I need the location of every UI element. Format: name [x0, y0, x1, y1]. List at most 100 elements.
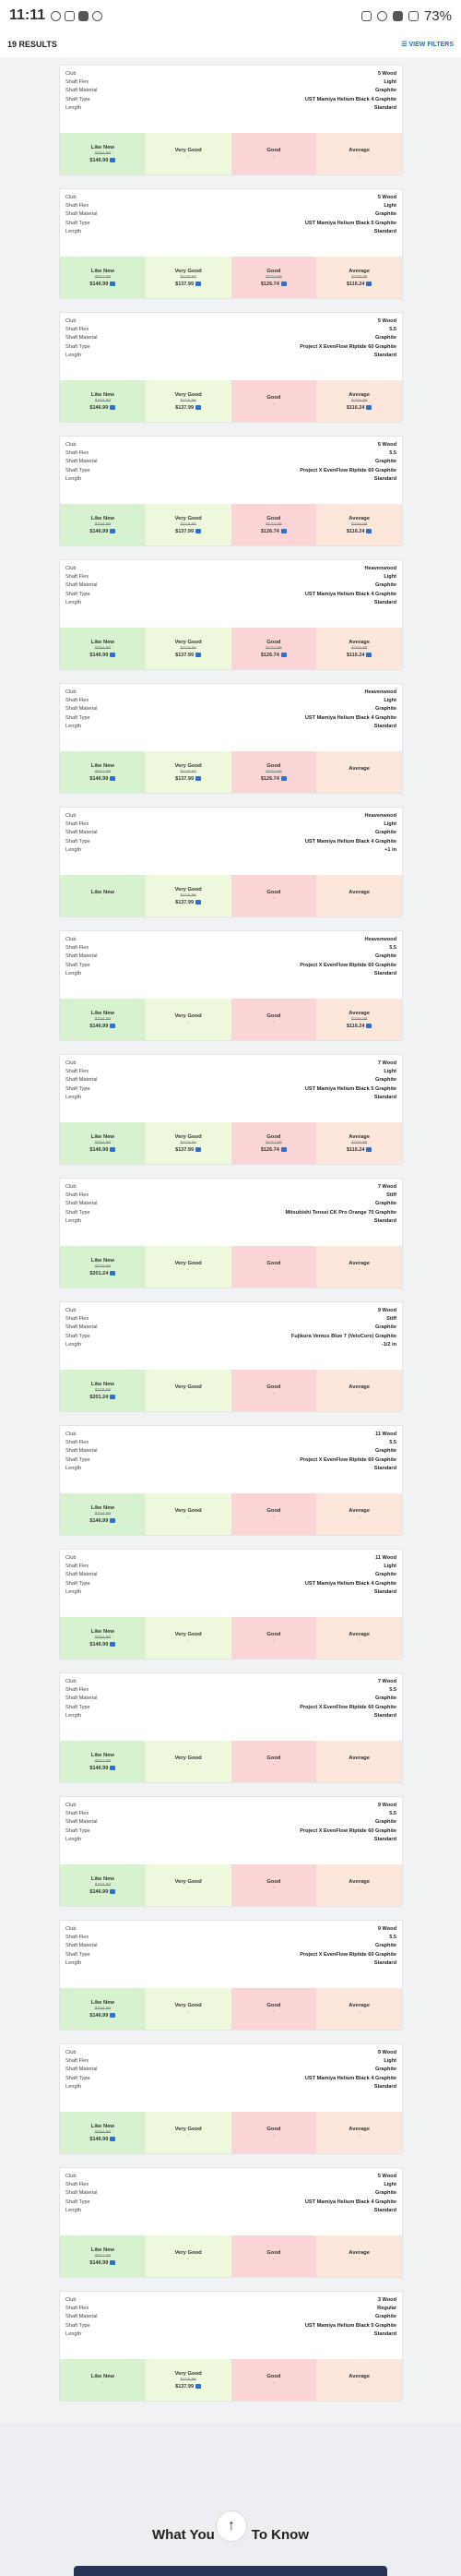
condition-option[interactable]: Like New $204.99 $146.99 — [60, 1122, 146, 1164]
condition-option[interactable]: Good - — [230, 1741, 317, 1782]
condition-option[interactable]: Very Good $219.99 $137.99 — [145, 2359, 231, 2401]
spec-label: Club — [65, 1307, 77, 1313]
condition-option[interactable]: Like New $204.99 $146.99 — [60, 1988, 146, 2030]
condition-option[interactable]: Very Good $219.99 $137.99 — [145, 380, 231, 422]
condition-option[interactable]: Average - — [316, 1617, 402, 1659]
condition-option[interactable]: Very Good $219.99 $137.99 — [145, 504, 231, 545]
condition-option[interactable]: Like New $204.99 $146.99 — [60, 999, 146, 1040]
product-card[interactable]: Club Heavenwood Shaft Flex Light Shaft Mater… — [59, 559, 403, 670]
condition-option[interactable]: Average - — [316, 2112, 402, 2153]
condition-option[interactable]: Very Good $219.99 $137.99 — [145, 1122, 231, 1164]
condition-option[interactable]: Average - — [316, 133, 402, 174]
condition-option[interactable]: Average - — [316, 1864, 402, 1906]
product-card[interactable]: Club 3 Wood Shaft Flex Regular Shaft Materia… — [59, 2291, 403, 2402]
condition-option[interactable]: Good $174.99 $126.74 — [230, 628, 317, 669]
condition-option[interactable]: Like New $204.99 $146.99 — [60, 504, 146, 545]
original-price: $174.99 — [266, 522, 282, 527]
condition-option[interactable]: Like New - — [60, 875, 146, 917]
spec-row-material: Shaft Material Graphite — [60, 705, 402, 713]
condition-option[interactable]: Like New $204.99 $146.99 — [60, 257, 146, 298]
condition-option[interactable]: Very Good - — [145, 1741, 231, 1782]
product-card[interactable]: Club 11 Wood Shaft Flex Light Shaft Material… — [59, 1549, 403, 1659]
condition-option[interactable]: Very Good $219.99 $137.99 — [145, 257, 231, 298]
condition-option[interactable]: Average - — [316, 875, 402, 917]
condition-option[interactable]: Like New $204.99 $146.99 — [60, 1864, 146, 1906]
condition-option[interactable]: Good - — [230, 1988, 317, 2030]
product-card[interactable]: Club 7 Wood Shaft Flex 5.5 Shaft Material Gra… — [59, 1672, 403, 1783]
condition-option[interactable]: Very Good $219.99 $137.99 — [145, 751, 231, 793]
condition-option[interactable]: Very Good $219.99 $137.99 — [145, 875, 231, 917]
product-card[interactable]: Club 5 Wood Shaft Flex 5.5 Shaft Material Gra… — [59, 436, 403, 546]
condition-option[interactable]: Average - — [316, 2235, 402, 2277]
product-card[interactable]: Club 5 Wood Shaft Flex Light Shaft Material G… — [59, 2167, 403, 2278]
condition-option[interactable]: Like New $204.99 $146.99 — [60, 133, 146, 174]
condition-option[interactable]: Average $159.99 $116.24 — [316, 1122, 402, 1164]
condition-option[interactable]: Average - — [316, 1988, 402, 2030]
product-card[interactable]: Club 7 Wood Shaft Flex Light Shaft Material G… — [59, 1054, 403, 1165]
condition-option[interactable]: Average $159.99 $116.24 — [316, 628, 402, 669]
condition-option[interactable]: Average $159.99 $116.24 — [316, 999, 402, 1040]
product-card[interactable]: Club 5 Wood Shaft Flex 5.5 Shaft Material Gra… — [59, 312, 403, 423]
condition-option[interactable]: Like New $279.99 $201.24 — [60, 1246, 146, 1288]
condition-option[interactable]: Like New - — [60, 2359, 146, 2401]
condition-option[interactable]: Average - — [316, 2359, 402, 2401]
condition-option[interactable]: Average $159.99 $116.24 — [316, 257, 402, 298]
condition-option[interactable]: Good - — [230, 380, 317, 422]
condition-option[interactable]: Average $159.99 $116.24 — [316, 504, 402, 545]
condition-option[interactable]: Like New $204.99 $146.99 — [60, 1493, 146, 1535]
product-card[interactable]: Club 9 Wood Shaft Flex Light Shaft Material G… — [59, 2043, 403, 2154]
condition-option[interactable]: Good - — [230, 1246, 317, 1288]
condition-option[interactable]: Like New $279.99 $201.24 — [60, 1370, 146, 1411]
condition-option[interactable]: Good - — [230, 2359, 317, 2401]
condition-option[interactable]: Like New $204.99 $146.99 — [60, 380, 146, 422]
unavailable-marker: - — [358, 1762, 361, 1768]
product-card[interactable]: Club Heavenwood Shaft Flex 5.5 Shaft Materia… — [59, 930, 403, 1041]
condition-option[interactable]: Good - — [230, 2235, 317, 2277]
condition-option[interactable]: Good - — [230, 875, 317, 917]
condition-option[interactable]: Like New $204.99 $146.99 — [60, 2112, 146, 2153]
product-card[interactable]: Club 9 Wood Shaft Flex Stiff Shaft Material G… — [59, 1301, 403, 1412]
condition-option[interactable]: Like New $204.99 $146.99 — [60, 1741, 146, 1782]
condition-option[interactable]: Very Good - — [145, 2112, 231, 2153]
condition-option[interactable]: Good $174.99 $126.74 — [230, 504, 317, 545]
condition-option[interactable]: Like New $204.99 $146.99 — [60, 2235, 146, 2277]
condition-option[interactable]: Very Good - — [145, 1246, 231, 1288]
product-card[interactable]: Club 9 Wood Shaft Flex 5.5 Shaft Material Gra… — [59, 1920, 403, 2031]
product-card[interactable]: Club 5 Wood Shaft Flex Light Shaft Material G… — [59, 65, 403, 175]
condition-option[interactable]: Like New $204.99 $146.99 — [60, 751, 146, 793]
product-card[interactable]: Club 7 Wood Shaft Flex Stiff Shaft Material G… — [59, 1178, 403, 1288]
condition-option[interactable]: Good - — [230, 1493, 317, 1535]
condition-option[interactable]: Average - — [316, 1370, 402, 1411]
condition-option[interactable]: Very Good - — [145, 133, 231, 174]
condition-option[interactable]: Very Good - — [145, 1370, 231, 1411]
condition-option[interactable]: Average - — [316, 1493, 402, 1535]
product-card[interactable]: Club 5 Wood Shaft Flex Light Shaft Material G… — [59, 188, 403, 299]
product-card[interactable]: Club Heavenwood Shaft Flex Light Shaft Mater… — [59, 807, 403, 917]
condition-option[interactable]: Average - — [316, 751, 402, 793]
condition-option[interactable]: Average $159.99 $116.24 — [316, 380, 402, 422]
condition-option[interactable]: Good $174.99 $126.74 — [230, 751, 317, 793]
condition-option[interactable]: Good - — [230, 999, 317, 1040]
condition-option[interactable]: Like New $204.99 $146.99 — [60, 1617, 146, 1659]
condition-option[interactable]: Good - — [230, 133, 317, 174]
condition-option[interactable]: Good - — [230, 1864, 317, 1906]
view-filters-button[interactable]: ☰ VIEW FILTERS — [401, 41, 454, 49]
product-card[interactable]: Club 11 Wood Shaft Flex 5.5 Shaft Material Gr… — [59, 1425, 403, 1536]
condition-option[interactable]: Like New $204.99 $146.99 — [60, 628, 146, 669]
condition-option[interactable]: Very Good - — [145, 1617, 231, 1659]
condition-option[interactable]: Good - — [230, 1617, 317, 1659]
condition-option[interactable]: Very Good - — [145, 2235, 231, 2277]
condition-option[interactable]: Very Good - — [145, 1988, 231, 2030]
condition-option[interactable]: Very Good - — [145, 1493, 231, 1535]
condition-option[interactable]: Average - — [316, 1246, 402, 1288]
condition-option[interactable]: Very Good - — [145, 1864, 231, 1906]
condition-option[interactable]: Average - — [316, 1741, 402, 1782]
condition-option[interactable]: Good $174.99 $126.74 — [230, 1122, 317, 1164]
condition-option[interactable]: Good - — [230, 1370, 317, 1411]
condition-option[interactable]: Very Good - — [145, 999, 231, 1040]
condition-option[interactable]: Very Good $219.99 $137.99 — [145, 628, 231, 669]
condition-option[interactable]: Good - — [230, 2112, 317, 2153]
product-card[interactable]: Club 9 Wood Shaft Flex 5.5 Shaft Material Gra… — [59, 1796, 403, 1907]
product-card[interactable]: Club Heavenwood Shaft Flex Light Shaft Mater… — [59, 683, 403, 794]
condition-option[interactable]: Good $174.99 $126.74 — [230, 257, 317, 298]
